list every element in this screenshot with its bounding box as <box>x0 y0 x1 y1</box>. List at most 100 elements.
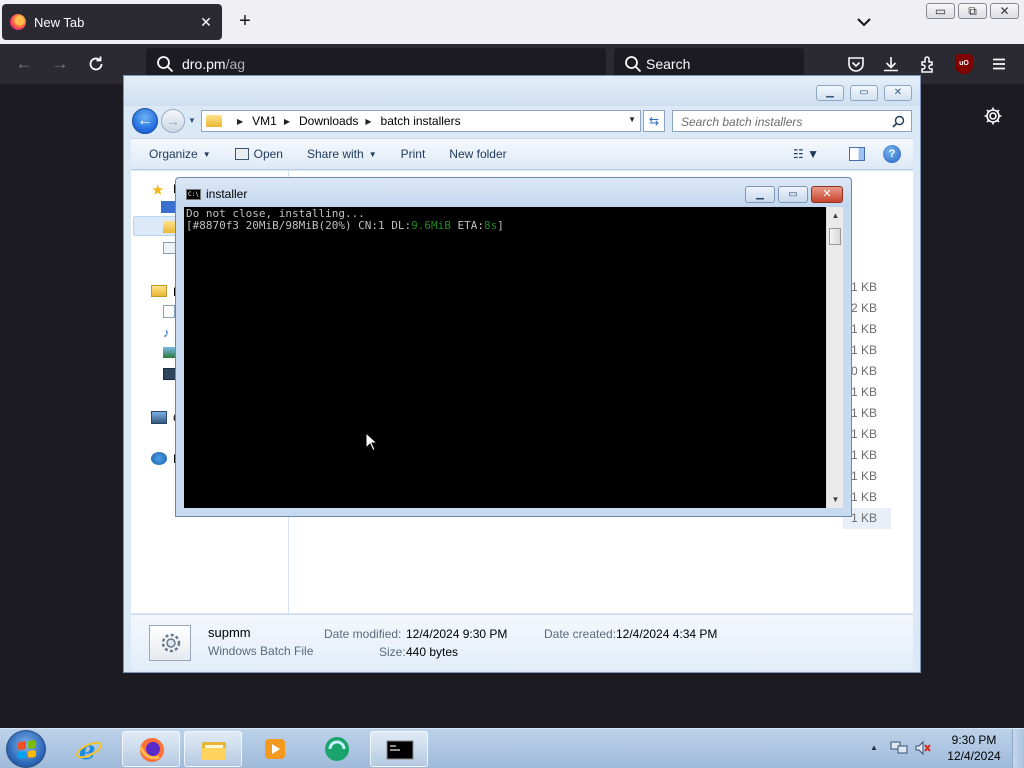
volume-muted-icon[interactable] <box>914 740 932 756</box>
taskbar-app[interactable] <box>308 731 366 767</box>
maximize-button[interactable]: ▭ <box>778 186 808 203</box>
chevron-down-icon[interactable]: ▼ <box>628 115 636 124</box>
show-hidden-icons-icon[interactable]: ▲ <box>870 743 878 752</box>
file-name: supmm <box>208 625 251 640</box>
refresh-button[interactable]: ⇆ <box>643 110 665 132</box>
documents-icon[interactable] <box>163 305 175 318</box>
pocket-icon[interactable] <box>847 55 865 73</box>
chevron-down-icon: ▼ <box>368 149 377 159</box>
start-button[interactable] <box>6 730 46 768</box>
clock[interactable]: 9:30 PM 12/4/2024 <box>940 732 1008 764</box>
tab-new-tab[interactable]: New Tab ✕ <box>2 4 222 40</box>
share-with-button[interactable]: Share with ▼ <box>307 147 377 161</box>
taskbar-command-prompt[interactable] <box>370 731 428 767</box>
close-button[interactable]: ✕ <box>884 85 912 101</box>
console-title: installer <box>206 187 248 201</box>
search-icon <box>157 56 174 73</box>
date-modified-value: 12/4/2024 9:30 PM <box>406 627 508 641</box>
new-folder-button[interactable]: New folder <box>449 147 506 161</box>
breadcrumb-separator-icon[interactable]: ▶ <box>365 117 371 126</box>
restore-button[interactable]: ⧉ <box>958 3 987 19</box>
breadcrumb-separator-icon[interactable]: ▶ <box>237 117 243 126</box>
search-placeholder: Search batch installers <box>681 115 803 129</box>
print-button[interactable]: Print <box>401 147 426 161</box>
folder-icon <box>206 115 222 127</box>
taskbar-firefox[interactable] <box>122 731 180 767</box>
close-button[interactable]: ✕ <box>811 186 843 203</box>
libraries-icon[interactable] <box>151 285 167 297</box>
firefox-icon <box>10 14 26 30</box>
ublock-icon[interactable]: uO <box>955 54 973 74</box>
gear-icon <box>161 633 181 653</box>
minimize-button[interactable]: ▁ <box>816 85 844 101</box>
network-icon[interactable] <box>151 452 167 465</box>
favorites-star-icon[interactable]: ★ <box>151 181 167 199</box>
console-output[interactable]: Do not close, installing... [#8870f3 20M… <box>184 207 826 508</box>
breadcrumb-batch-installers[interactable]: batch installers <box>381 114 461 128</box>
address-bar[interactable]: ▶ VM1 ▶ Downloads ▶ batch installers ▼ <box>201 110 641 132</box>
explorer-titlebar[interactable]: ▁ ▭ ✕ <box>124 76 920 106</box>
scroll-thumb[interactable] <box>829 228 841 245</box>
close-button[interactable]: ✕ <box>990 3 1019 19</box>
new-tab-button[interactable]: + <box>234 10 256 32</box>
windows-logo-icon <box>18 740 36 759</box>
date-modified-label: Date modified: <box>324 627 402 641</box>
reload-icon[interactable] <box>86 54 106 74</box>
search-placeholder: Search <box>646 56 691 72</box>
browser-tab-bar: New Tab ✕ + ▭ ⧉ ✕ <box>0 0 1024 44</box>
size-value: 440 bytes <box>406 645 459 659</box>
forward-button[interactable]: → <box>161 109 185 133</box>
gear-icon[interactable] <box>982 105 1004 127</box>
console-window: C:\ installer ▁ ▭ ✕ Do not close, instal… <box>175 177 852 517</box>
internet-explorer-icon: e <box>76 736 102 762</box>
recent-pages-icon[interactable]: ▼ <box>188 116 198 126</box>
hamburger-menu-icon[interactable] <box>990 55 1008 73</box>
network-icon[interactable] <box>890 740 908 756</box>
taskbar-internet-explorer[interactable]: e <box>60 731 118 767</box>
command-prompt-icon <box>386 740 414 760</box>
app-icon <box>325 737 349 761</box>
minimize-button[interactable]: ▁ <box>745 186 775 203</box>
console-titlebar[interactable]: C:\ installer ▁ ▭ ✕ <box>176 178 851 207</box>
search-input[interactable]: Search batch installers <box>672 110 912 132</box>
tab-title: New Tab <box>34 14 85 30</box>
organize-button[interactable]: Organize ▼ <box>149 147 211 161</box>
breadcrumb-vm1[interactable]: VM1 <box>252 114 277 128</box>
chevron-down-icon[interactable] <box>852 10 876 34</box>
open-icon <box>234 148 249 160</box>
open-button[interactable]: Open <box>234 147 283 161</box>
breadcrumb-separator-icon[interactable]: ▶ <box>284 117 290 126</box>
batch-file-icon <box>149 625 191 661</box>
folder-icon <box>202 742 226 760</box>
date-created-label: Date created: <box>544 627 617 641</box>
forward-icon[interactable]: → <box>50 54 70 74</box>
file-type: Windows Batch File <box>208 644 314 658</box>
taskbar-media-player[interactable] <box>246 731 304 767</box>
media-player-icon <box>265 739 285 759</box>
console-progress-line: [#8870f3 20MiB/98MiB(20%) CN:1 DL:9.6MiB… <box>186 219 504 232</box>
minimize-button[interactable]: ▭ <box>926 3 955 19</box>
breadcrumb-downloads[interactable]: Downloads <box>299 114 358 128</box>
maximize-button[interactable]: ▭ <box>850 85 878 101</box>
show-desktop-button[interactable] <box>1012 729 1024 768</box>
console-scrollbar[interactable]: ▲ ▼ <box>826 207 843 508</box>
music-icon[interactable]: ♪ <box>163 325 175 340</box>
size-label: Size: <box>379 645 406 659</box>
search-icon[interactable] <box>892 115 905 128</box>
clock-time: 9:30 PM <box>951 733 997 747</box>
preview-pane-icon[interactable] <box>849 147 865 161</box>
back-icon[interactable]: ← <box>14 54 34 74</box>
back-button[interactable]: ← <box>132 108 158 134</box>
extensions-icon[interactable] <box>919 55 937 73</box>
help-icon[interactable]: ? <box>883 145 901 163</box>
download-icon[interactable] <box>882 55 900 73</box>
close-tab-icon[interactable]: ✕ <box>198 14 214 31</box>
computer-icon[interactable] <box>151 411 167 424</box>
details-pane: supmm Windows Batch File Date modified: … <box>131 614 913 670</box>
scroll-up-icon[interactable]: ▲ <box>827 207 844 224</box>
change-view-icon[interactable]: ☷ ▼ <box>793 147 819 161</box>
scroll-down-icon[interactable]: ▼ <box>827 491 844 508</box>
mouse-cursor-icon <box>365 432 377 452</box>
size-column: 1 KB 2 KB 1 KB 1 KB 0 KB 1 KB 1 KB 1 KB … <box>843 171 903 613</box>
taskbar-explorer[interactable] <box>184 731 242 767</box>
